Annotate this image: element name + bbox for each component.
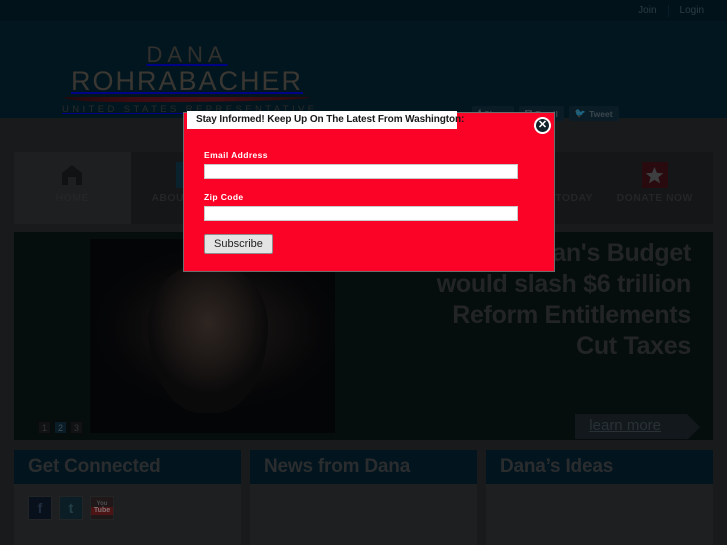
nav-item-donate-label: DONATE NOW bbox=[616, 192, 693, 204]
site-logo[interactable]: DANA ROHRABACHER UNITED STATES REPRESENT… bbox=[62, 42, 314, 116]
newsletter-modal-title: Stay Informed! Keep Up On The Latest Fro… bbox=[187, 111, 464, 129]
zip-field-label: Zip Code bbox=[204, 192, 244, 202]
close-icon[interactable]: ✕ bbox=[534, 117, 551, 134]
facebook-icon[interactable]: f bbox=[28, 496, 52, 520]
email-field-label: Email Address bbox=[204, 150, 268, 160]
page-root: Join Login DANA ROHRABACHER UNITED STATE… bbox=[0, 0, 727, 545]
email-field[interactable] bbox=[204, 164, 518, 179]
column-danas-ideas-title: Dana’s Ideas bbox=[486, 450, 713, 484]
home-icon bbox=[58, 161, 86, 189]
hero-headline-line-3: Reform Entitlements bbox=[452, 301, 691, 329]
column-danas-ideas: Dana’s Ideas bbox=[486, 450, 713, 545]
hero-cta-wrap: learn more bbox=[575, 414, 700, 440]
slider-page-3[interactable]: 3 bbox=[70, 421, 83, 434]
column-ideas-body bbox=[486, 484, 713, 508]
column-news-from-dana-title: News from Dana bbox=[250, 450, 477, 484]
column-news-body bbox=[250, 484, 477, 508]
login-link[interactable]: Login bbox=[669, 0, 715, 22]
social-icon-row: f t You Tube bbox=[14, 484, 241, 532]
star-icon bbox=[641, 161, 669, 189]
slider-page-1[interactable]: 1 bbox=[38, 421, 51, 434]
nav-item-home[interactable]: HOME bbox=[14, 152, 131, 224]
slider-page-2[interactable]: 2 bbox=[54, 421, 67, 434]
newsletter-form: Email Address Zip Code Subscribe bbox=[184, 113, 554, 254]
zip-field[interactable] bbox=[204, 206, 518, 221]
logo-first-name: DANA bbox=[146, 42, 228, 67]
column-get-connected-title: Get Connected bbox=[14, 450, 241, 484]
column-news-from-dana: News from Dana bbox=[250, 450, 477, 545]
share-twitter-button[interactable]: 🐦 Tweet bbox=[568, 106, 619, 121]
subscribe-button[interactable]: Subscribe bbox=[204, 234, 273, 254]
nav-item-donate[interactable]: DONATE NOW bbox=[596, 152, 713, 224]
share-twitter-label: Tweet bbox=[589, 108, 613, 119]
logo-swoosh-graphic bbox=[64, 97, 310, 102]
nav-item-home-label: HOME bbox=[55, 192, 89, 204]
learn-more-button[interactable]: learn more bbox=[575, 414, 700, 440]
slider-pagination: 1 2 3 bbox=[38, 421, 83, 434]
twitter-icon: 🐦 bbox=[574, 108, 587, 118]
hero-headline-line-4: Cut Taxes bbox=[576, 332, 691, 360]
newsletter-modal: Stay Informed! Keep Up On The Latest Fro… bbox=[183, 111, 555, 272]
join-link[interactable]: Join bbox=[627, 0, 667, 22]
twitter-icon[interactable]: t bbox=[59, 496, 83, 520]
top-utility-bar: Join Login bbox=[0, 0, 727, 22]
logo-last-name: ROHRABACHER bbox=[70, 66, 304, 96]
top-links: Join Login bbox=[627, 0, 715, 22]
column-get-connected: Get Connected f t You Tube bbox=[14, 450, 241, 545]
content-columns: Get Connected f t You Tube News from Dana… bbox=[14, 450, 713, 545]
hero-headline-line-2: would slash $6 trillion bbox=[436, 270, 692, 298]
youtube-icon[interactable]: You Tube bbox=[90, 496, 114, 520]
masthead: DANA ROHRABACHER UNITED STATES REPRESENT… bbox=[0, 22, 727, 121]
